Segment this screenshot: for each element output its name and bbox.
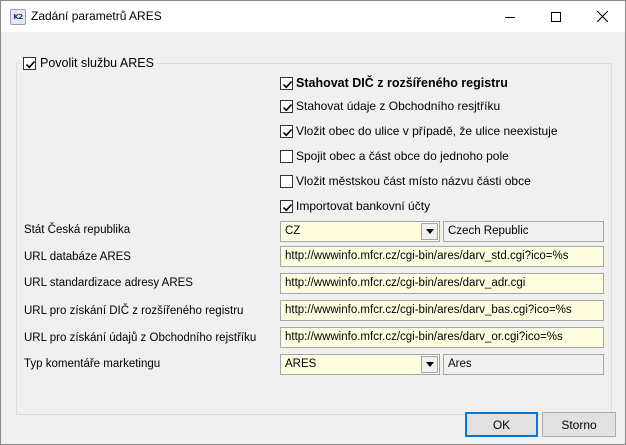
insert-town-checkbox[interactable] [280,124,293,138]
option-insert-town[interactable]: Vložit obec do ulice v případě, že ulice… [280,123,558,139]
checkmark-icon [282,128,293,136]
url-db-input[interactable]: http://wwwinfo.mfcr.cz/cgi-bin/ares/darv… [280,246,604,267]
comment-type-label: Typ komentáře marketingu [24,358,161,370]
enable-ares-checkbox[interactable] [23,56,36,70]
option-join-town[interactable]: Spojit obec a část obce do jednoho pole [280,148,509,164]
option-city-district[interactable]: Vložit městskou část místo názvu části o… [280,173,531,189]
comment-type-name-field: Ares [443,354,604,375]
state-dropdown-button[interactable] [421,223,438,240]
minimize-icon [505,16,515,18]
enable-ares-checkbox-row[interactable]: Povolit službu ARES [21,55,157,71]
checkmark-icon [25,60,36,68]
url-dic-label: URL pro získání DIČ z rozšířeného regist… [24,305,244,317]
insert-town-label: Vložit obec do ulice v případě, že ulice… [296,124,558,138]
url-or-input[interactable]: http://wwwinfo.mfcr.cz/cgi-bin/ares/darv… [280,327,604,348]
app-icon: K2 [10,9,26,25]
option-download-dic[interactable]: Stahovat DIČ z rozšířeného registru [280,75,508,91]
checkmark-icon [282,203,293,211]
state-name-field: Czech Republic [443,221,604,242]
state-value: CZ [285,225,301,237]
import-bank-checkbox[interactable] [280,199,293,213]
url-db-label: URL databáze ARES [24,251,131,263]
url-std-input[interactable]: http://wwwinfo.mfcr.cz/cgi-bin/ares/darv… [280,273,604,294]
state-label: Stát Česká republika [24,224,131,236]
close-icon [596,11,608,22]
city-district-checkbox[interactable] [280,174,293,188]
cancel-button[interactable]: Storno [542,412,616,437]
city-district-label: Vložit městskou část místo názvu části o… [296,174,531,188]
window-title: Zadání parametrů ARES [31,9,162,23]
download-register-label: Stahovat údaje z Obchodního resjtříku [296,99,501,113]
maximize-button[interactable] [533,1,579,32]
download-register-checkbox[interactable] [280,99,293,113]
title-bar: K2 Zadání parametrů ARES [1,1,625,32]
ok-button[interactable]: OK [465,412,538,437]
join-town-checkbox[interactable] [280,149,293,163]
checkmark-icon [282,80,293,88]
dropdown-arrow-icon [425,229,434,234]
join-town-label: Spojit obec a část obce do jednoho pole [296,149,509,163]
option-import-bank[interactable]: Importovat bankovní účty [280,198,430,214]
minimize-button[interactable] [487,1,533,32]
dialog-window: K2 Zadání parametrů ARES Povolit službu … [0,0,626,445]
checkmark-icon [282,103,293,111]
comment-type-value: ARES [285,358,317,370]
download-dic-label: Stahovat DIČ z rozšířeného registru [296,76,508,90]
enable-ares-label: Povolit službu ARES [40,56,154,70]
state-select[interactable]: CZ [280,221,440,242]
url-or-label: URL pro získání údajů z Obchodního rejst… [24,332,257,344]
comment-type-select[interactable]: ARES [280,354,440,375]
option-download-register[interactable]: Stahovat údaje z Obchodního resjtříku [280,98,500,114]
dialog-content: Povolit službu ARES Stahovat DIČ z rozší… [1,32,625,444]
comment-type-dropdown-button[interactable] [421,356,438,373]
url-dic-input[interactable]: http://wwwinfo.mfcr.cz/cgi-bin/ares/darv… [280,300,604,321]
dropdown-arrow-icon [425,362,434,367]
maximize-icon [551,11,561,22]
download-dic-checkbox[interactable] [280,76,293,90]
url-std-label: URL standardizace adresy ARES [24,277,193,289]
close-button[interactable] [579,1,625,32]
import-bank-label: Importovat bankovní účty [296,199,431,213]
